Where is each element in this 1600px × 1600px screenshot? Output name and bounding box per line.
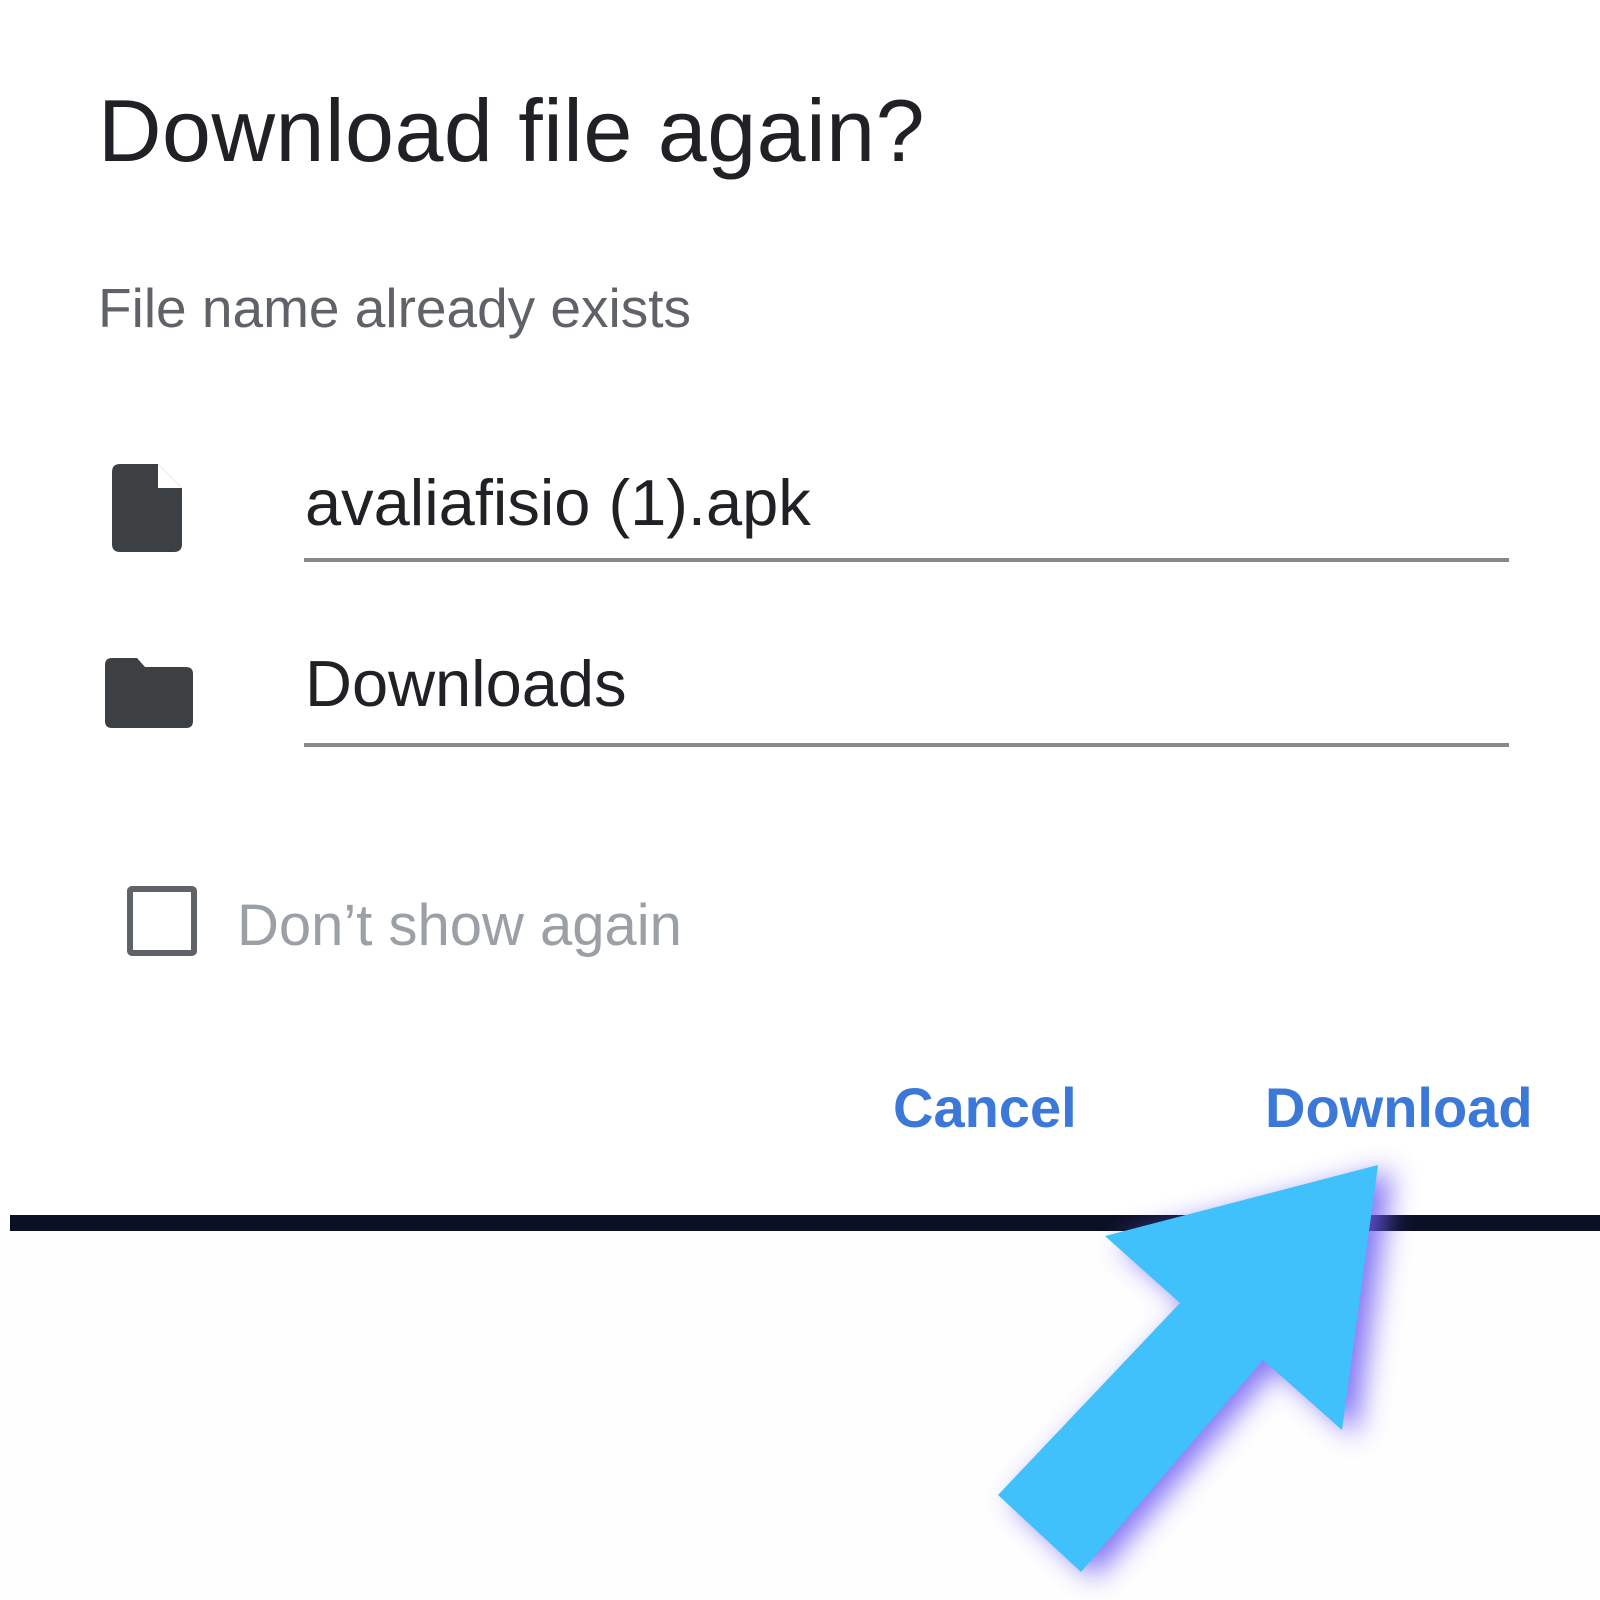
divider-bar [10,1215,1600,1231]
dont-show-again-checkbox[interactable] [127,886,197,956]
dont-show-again-label[interactable]: Don’t show again [237,892,682,959]
folder-underline [304,743,1509,747]
file-name-underline [304,558,1509,562]
download-button[interactable]: Download [1265,1075,1533,1140]
page: Download file again? File name already e… [0,0,1600,1600]
file-name-field[interactable]: avaliafisio (1).apk [305,465,811,540]
dialog-title: Download file again? [98,81,926,180]
cancel-button[interactable]: Cancel [893,1075,1077,1140]
folder-icon [105,658,193,733]
download-again-dialog: Download file again? File name already e… [0,0,1600,1215]
file-icon [112,464,182,557]
dialog-subtitle: File name already exists [98,277,692,339]
folder-field[interactable]: Downloads [305,646,627,721]
